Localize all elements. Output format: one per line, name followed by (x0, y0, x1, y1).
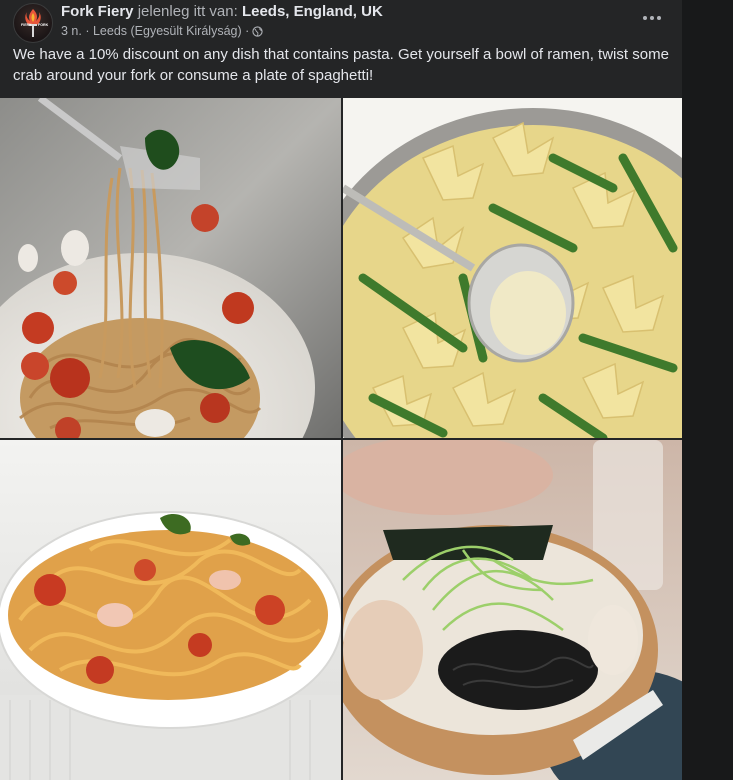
fork-logo-icon: FIERY FORK (21, 9, 49, 37)
avatar[interactable]: FIERY FORK (13, 3, 53, 43)
photo-grid (0, 98, 682, 780)
photo-spaghetti-fork[interactable] (0, 98, 341, 438)
post-text: We have a 10% discount on any dish that … (13, 46, 669, 84)
checkin-verb: jelenleg itt van: (137, 3, 238, 20)
more-dots-icon (643, 16, 647, 20)
author-line: Fork Fiery jelenleg itt van: Leeds, Engl… (61, 2, 383, 21)
more-dot (650, 16, 654, 20)
post-meta-text[interactable]: 3 n. · Leeds (Egyesült Királyság) · (61, 23, 249, 39)
more-options-button[interactable] (638, 6, 666, 30)
svg-text:FORK: FORK (38, 23, 49, 27)
photo-ramen[interactable] (343, 440, 682, 780)
page-background (682, 0, 733, 780)
more-dot (657, 16, 661, 20)
photo-farfalle-asparagus[interactable] (343, 98, 682, 438)
post-meta: 3 n. · Leeds (Egyesült Királyság) · (61, 23, 263, 39)
post-card: FIERY FORK Fork Fiery jelenleg itt van: … (0, 0, 682, 780)
globe-icon[interactable] (252, 25, 263, 37)
author-name-link[interactable]: Fork Fiery (61, 3, 134, 20)
location-link[interactable]: Leeds, England, UK (242, 3, 383, 20)
post-header: FIERY FORK Fork Fiery jelenleg itt van: … (0, 0, 682, 43)
photo-linguine-crab[interactable] (0, 440, 341, 780)
svg-text:FIERY: FIERY (21, 23, 32, 27)
